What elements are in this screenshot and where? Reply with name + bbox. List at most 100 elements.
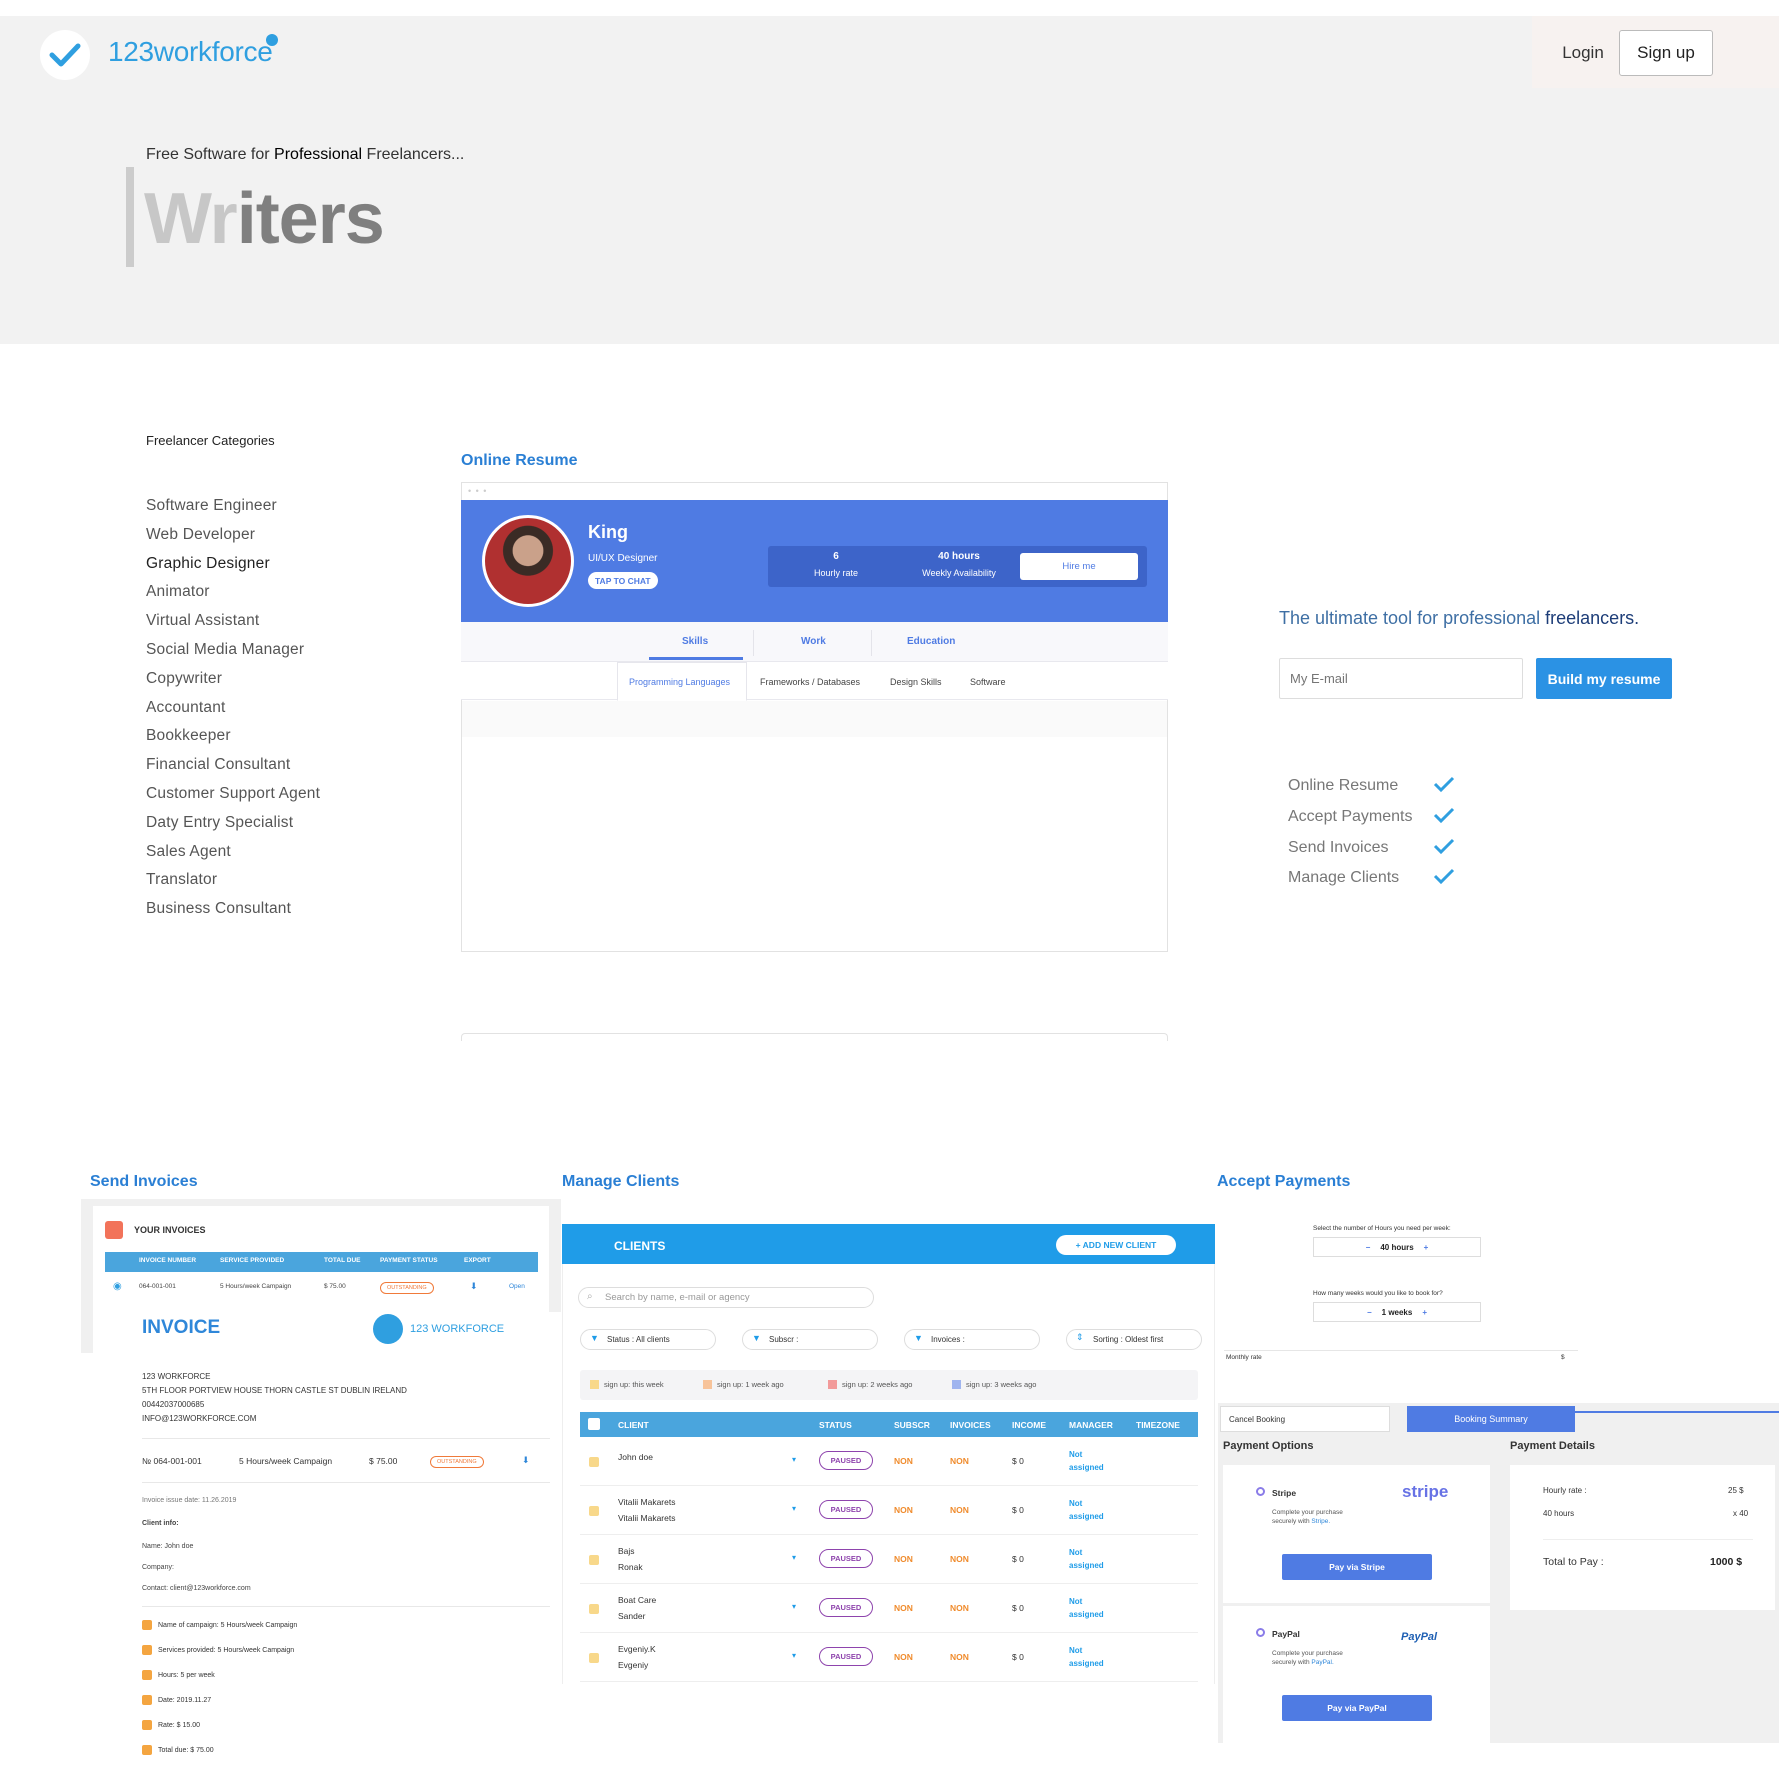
eye-icon[interactable]: ◉ — [113, 1281, 122, 1292]
open-link[interactable]: Open — [509, 1283, 525, 1290]
col-manager[interactable]: MANAGER — [1069, 1420, 1113, 1430]
booking-summary-button[interactable]: Booking Summary — [1407, 1406, 1575, 1432]
filter-status[interactable]: Status : All clients — [580, 1329, 716, 1350]
manager-value[interactable]: Not assigned — [1069, 1546, 1104, 1572]
chevron-down-icon[interactable]: ▾ — [792, 1455, 796, 1464]
download-icon[interactable]: ⬇ — [522, 1455, 530, 1466]
stripe-radio[interactable] — [1256, 1487, 1265, 1496]
payment-details-title: Payment Details — [1510, 1440, 1595, 1452]
col-client[interactable]: CLIENT — [618, 1420, 649, 1430]
client-name: John doe — [618, 1452, 653, 1462]
plus-icon[interactable]: + — [1422, 1308, 1427, 1317]
tab-education[interactable]: Education — [907, 636, 955, 647]
hours-value: 40 hours — [1380, 1242, 1414, 1252]
category-item[interactable]: Software Engineer — [146, 497, 320, 526]
minus-icon[interactable]: − — [1367, 1308, 1372, 1317]
manager-value[interactable]: Not assigned — [1069, 1644, 1104, 1670]
subtab-programming[interactable]: Programming Languages — [629, 677, 730, 687]
subtab-software[interactable]: Software — [970, 677, 1006, 687]
tap-to-chat-button[interactable]: TAP TO CHAT — [588, 572, 658, 589]
client-search-input[interactable]: Search by name, e-mail or agency — [578, 1287, 874, 1308]
table-row[interactable] — [580, 1633, 1198, 1682]
feature-manage-clients: Manage Clients — [1288, 869, 1400, 886]
filter-subscr[interactable]: Subscr : — [742, 1329, 878, 1350]
filter-invoices[interactable]: Invoices : — [904, 1329, 1040, 1350]
category-item[interactable]: Daty Entry Specialist — [146, 814, 320, 843]
chevron-down-icon[interactable]: ▾ — [792, 1553, 796, 1562]
build-resume-button[interactable]: Build my resume — [1536, 658, 1672, 699]
category-item[interactable]: Bookkeeper — [146, 727, 320, 756]
inv-col-service: SERVICE PROVIDED — [220, 1257, 285, 1264]
col-invoices[interactable]: INVOICES — [950, 1420, 991, 1430]
paypal-card — [1223, 1606, 1490, 1744]
category-item[interactable]: Copywriter — [146, 670, 320, 699]
brand-name[interactable]: 123workforce — [108, 36, 273, 68]
plus-icon[interactable]: + — [1424, 1243, 1429, 1252]
client-contact: Contact: client@123workforce.com — [142, 1585, 251, 1592]
manager-value[interactable]: Not assigned — [1069, 1595, 1104, 1621]
category-item[interactable]: Animator — [146, 583, 320, 612]
client-subname: Ronak — [618, 1562, 643, 1572]
paypal-link[interactable]: PayPal. — [1311, 1659, 1333, 1666]
checkbox-icon — [142, 1645, 152, 1655]
category-item[interactable]: Financial Consultant — [146, 756, 320, 785]
logo-check-icon[interactable] — [40, 30, 90, 80]
table-row[interactable] — [580, 1437, 1198, 1486]
monthly-rate-value: $ — [1561, 1354, 1565, 1361]
category-item[interactable]: Customer Support Agent — [146, 785, 320, 814]
stripe-link[interactable]: Stripe. — [1311, 1518, 1330, 1525]
detail-text: Rate: $ 15.00 — [158, 1721, 201, 1729]
category-item[interactable]: Accountant — [146, 699, 320, 728]
weeks-stepper[interactable]: −1 weeks + — [1313, 1302, 1481, 1322]
tab-skills[interactable]: Skills — [682, 636, 708, 647]
subscr-value: NON — [894, 1456, 913, 1466]
chevron-down-icon[interactable]: ▾ — [792, 1602, 796, 1611]
category-item-active[interactable]: Graphic Designer — [146, 555, 320, 584]
chevron-down-icon[interactable]: ▾ — [792, 1504, 796, 1513]
manager-value[interactable]: Not assigned — [1069, 1448, 1104, 1474]
hero-cursor-bar — [126, 167, 134, 267]
manager-value[interactable]: Not assigned — [1069, 1497, 1104, 1523]
col-status[interactable]: STATUS — [819, 1420, 852, 1430]
category-item[interactable]: Business Consultant — [146, 900, 320, 929]
category-item[interactable]: Social Media Manager — [146, 641, 320, 670]
paypal-radio[interactable] — [1256, 1628, 1265, 1637]
minus-icon[interactable]: − — [1366, 1243, 1371, 1252]
table-row[interactable] — [580, 1535, 1198, 1584]
category-item[interactable]: Virtual Assistant — [146, 612, 320, 641]
col-subscr[interactable]: SUBSCR — [894, 1420, 930, 1430]
signup-button[interactable]: Sign up — [1619, 30, 1713, 76]
download-icon[interactable]: ⬇ — [470, 1281, 478, 1292]
email-input[interactable] — [1279, 658, 1523, 699]
hire-me-button[interactable]: Hire me — [1020, 553, 1138, 580]
col-timezone[interactable]: TIMEZONE — [1136, 1420, 1180, 1430]
category-item[interactable]: Web Developer — [146, 526, 320, 555]
subtab-design[interactable]: Design Skills — [890, 677, 942, 687]
legend-3-weeks: sign up: 3 weeks ago — [952, 1380, 1036, 1389]
select-all-checkbox[interactable] — [588, 1418, 600, 1430]
subtab-frameworks[interactable]: Frameworks / Databases — [760, 677, 860, 687]
stripe-description: Complete your purchase securely with Str… — [1272, 1508, 1350, 1526]
pay-stripe-button[interactable]: Pay via Stripe — [1282, 1554, 1432, 1580]
availability-value: 40 hours — [938, 551, 980, 562]
status-badge: OUTSTANDING — [380, 1282, 434, 1294]
pay-paypal-button[interactable]: Pay via PayPal — [1282, 1695, 1432, 1721]
receipt-icon — [142, 1745, 152, 1755]
category-item[interactable]: Translator — [146, 871, 320, 900]
hours-stepper[interactable]: −40 hours + — [1313, 1237, 1481, 1257]
cancel-booking-button[interactable]: Cancel Booking — [1220, 1406, 1390, 1432]
funnel-icon: ▼ — [590, 1333, 599, 1343]
client-company: Company: — [142, 1564, 174, 1571]
add-client-button[interactable]: + ADD NEW CLIENT — [1056, 1235, 1176, 1255]
chevron-down-icon[interactable]: ▾ — [792, 1651, 796, 1660]
search-icon: ⌕ — [587, 1291, 593, 1302]
filter-sorting[interactable]: Sorting : Oldest first — [1066, 1329, 1202, 1350]
detail-text: Date: 2019.11.27 — [158, 1696, 212, 1704]
login-button[interactable]: Login — [1547, 30, 1619, 76]
tab-work[interactable]: Work — [801, 636, 826, 647]
clock-icon — [142, 1670, 152, 1680]
col-income[interactable]: INCOME — [1012, 1420, 1046, 1430]
table-row[interactable] — [580, 1584, 1198, 1633]
table-row[interactable] — [580, 1486, 1198, 1535]
category-item[interactable]: Sales Agent — [146, 843, 320, 872]
